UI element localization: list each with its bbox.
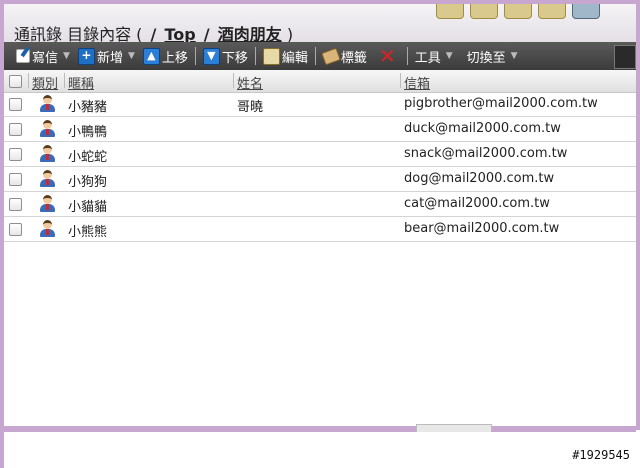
tag-button[interactable]: 標籤	[319, 42, 371, 70]
contact-person-icon	[39, 120, 55, 138]
toolbar-divider	[194, 47, 196, 65]
top-decoration-icons	[436, 4, 600, 24]
contact-person-icon	[39, 95, 55, 113]
arrow-down-icon: ▼	[202, 47, 220, 65]
move-up-button[interactable]: ▲ 上移	[139, 42, 192, 70]
window-frame-right	[636, 0, 640, 430]
toolbar-divider	[254, 47, 256, 65]
tools-button[interactable]: 工具 ▼	[411, 42, 457, 70]
folder-icon[interactable]	[504, 4, 532, 19]
title-bar: 通訊錄 目錄內容 ( / Top / 酒肉朋友 )	[4, 4, 636, 44]
add-label: 新增	[96, 50, 123, 66]
contact-person-icon	[39, 220, 55, 238]
contact-email[interactable]: dog@mail2000.com.tw	[404, 171, 554, 186]
tools-label: 工具	[414, 50, 441, 66]
move-down-button[interactable]: ▼ 下移	[199, 42, 252, 70]
table-row[interactable]: 小狗狗 dog@mail2000.com.tw	[4, 167, 636, 192]
table-row[interactable]: 小豬豬 哥曉 pigbrother@mail2000.com.tw	[4, 92, 636, 117]
switch-to-dropdown-icon[interactable]: ▼	[511, 51, 518, 61]
monitor-icon[interactable]	[572, 4, 600, 19]
contact-nickname[interactable]: 小貓貓	[68, 196, 107, 215]
contact-person-icon	[39, 145, 55, 163]
contact-nickname[interactable]: 小熊熊	[68, 221, 107, 240]
switch-to-button[interactable]: 切換至 ▼	[463, 42, 522, 70]
table-row[interactable]: 小熊熊 bear@mail2000.com.tw	[4, 217, 636, 242]
table-row[interactable]: 小鴨鴨 duck@mail2000.com.tw	[4, 117, 636, 142]
contact-email[interactable]: cat@mail2000.com.tw	[404, 196, 550, 211]
contact-nickname[interactable]: 小豬豬	[68, 96, 107, 115]
compose-icon	[16, 49, 30, 63]
contact-nickname[interactable]: 小鴨鴨	[68, 121, 107, 140]
contact-email[interactable]: bear@mail2000.com.tw	[404, 221, 559, 236]
row-checkbox[interactable]	[9, 123, 22, 136]
contact-person-icon	[39, 170, 55, 188]
delete-button[interactable]: ✕	[371, 42, 404, 70]
contact-name: 哥曉	[237, 100, 264, 115]
delete-icon: ✕	[378, 44, 396, 68]
toolbar-divider	[314, 47, 316, 65]
folder-icon[interactable]	[436, 4, 464, 19]
arrow-up-icon: ▲	[142, 47, 160, 65]
watermark-text: #1929545	[572, 448, 630, 462]
contact-nickname[interactable]: 小蛇蛇	[68, 146, 107, 165]
tools-dropdown-icon[interactable]: ▼	[446, 51, 453, 61]
column-header-email[interactable]: 信箱	[404, 73, 430, 92]
edit-label: 編輯	[281, 50, 308, 66]
contact-email[interactable]: pigbrother@mail2000.com.tw	[404, 96, 598, 111]
column-divider	[64, 73, 65, 88]
add-dropdown-icon[interactable]: ▼	[128, 51, 135, 61]
move-up-label: 上移	[161, 50, 188, 66]
row-checkbox[interactable]	[9, 98, 22, 111]
contact-list: 小豬豬 哥曉 pigbrother@mail2000.com.tw 小鴨鴨 du…	[4, 92, 636, 242]
tag-label: 標籤	[340, 50, 367, 66]
column-header-type[interactable]: 類別	[32, 73, 58, 92]
contact-nickname[interactable]: 小狗狗	[68, 171, 107, 190]
table-header: 類別 暱稱 姓名 信箱	[4, 70, 636, 93]
table-row[interactable]: 小蛇蛇 snack@mail2000.com.tw	[4, 142, 636, 167]
contact-person-icon	[39, 195, 55, 213]
paperclip-icon[interactable]	[538, 4, 566, 19]
row-checkbox[interactable]	[9, 223, 22, 236]
contact-email[interactable]: duck@mail2000.com.tw	[404, 121, 561, 136]
switch-to-label: 切換至	[466, 50, 506, 66]
tag-icon	[321, 47, 341, 65]
column-header-name[interactable]: 姓名	[237, 73, 263, 92]
column-divider	[28, 73, 29, 88]
toolbar-divider	[406, 47, 408, 65]
toolbar-search-box[interactable]	[614, 45, 636, 69]
table-row[interactable]: 小貓貓 cat@mail2000.com.tw	[4, 192, 636, 217]
folder-icon[interactable]	[470, 4, 498, 19]
write-button[interactable]: 寫信 ▼	[12, 42, 74, 70]
edit-button[interactable]: 編輯	[259, 42, 312, 70]
move-down-label: 下移	[221, 50, 248, 66]
row-checkbox[interactable]	[9, 173, 22, 186]
write-dropdown-icon[interactable]: ▼	[63, 51, 70, 61]
row-checkbox[interactable]	[9, 198, 22, 211]
add-button[interactable]: + 新增 ▼	[74, 42, 139, 70]
edit-icon	[262, 47, 280, 65]
column-divider	[233, 73, 234, 88]
add-contact-icon: +	[77, 47, 95, 65]
column-divider	[400, 73, 401, 88]
column-header-nickname[interactable]: 暱稱	[68, 73, 94, 92]
select-all-checkbox[interactable]	[9, 75, 22, 88]
toolbar: 寫信 ▼ + 新增 ▼ ▲ 上移 ▼ 下移 編輯 標籤 ✕ 工具 ▼ 切換至 ▼	[4, 42, 636, 70]
write-label: 寫信	[32, 50, 59, 66]
preview-pane	[4, 432, 636, 468]
row-checkbox[interactable]	[9, 148, 22, 161]
contact-email[interactable]: snack@mail2000.com.tw	[404, 146, 567, 161]
